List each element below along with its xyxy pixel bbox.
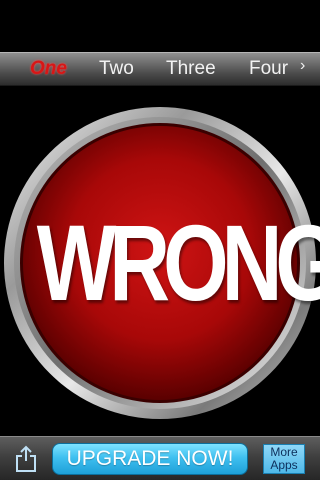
wrong-sound-button[interactable]: WRONG!: [2, 105, 320, 421]
app-screen: One Two Three Four › WRON UPGRADE NOW! M…: [0, 0, 320, 480]
more-apps-button[interactable]: More Apps: [263, 444, 305, 474]
tab-bar: One Two Three Four ›: [0, 52, 320, 86]
tab-two[interactable]: Two: [99, 58, 134, 80]
more-apps-label-line2: Apps: [270, 458, 298, 472]
share-icon[interactable]: [14, 445, 38, 473]
tab-four[interactable]: Four: [249, 58, 288, 80]
upgrade-now-button[interactable]: UPGRADE NOW!: [52, 443, 248, 475]
chevron-right-icon[interactable]: ›: [300, 57, 305, 75]
tab-three[interactable]: Three: [166, 58, 216, 80]
button-label: WRONG!: [36, 202, 320, 323]
bottom-toolbar: UPGRADE NOW! More Apps: [0, 436, 320, 480]
tab-one[interactable]: One: [30, 58, 67, 80]
